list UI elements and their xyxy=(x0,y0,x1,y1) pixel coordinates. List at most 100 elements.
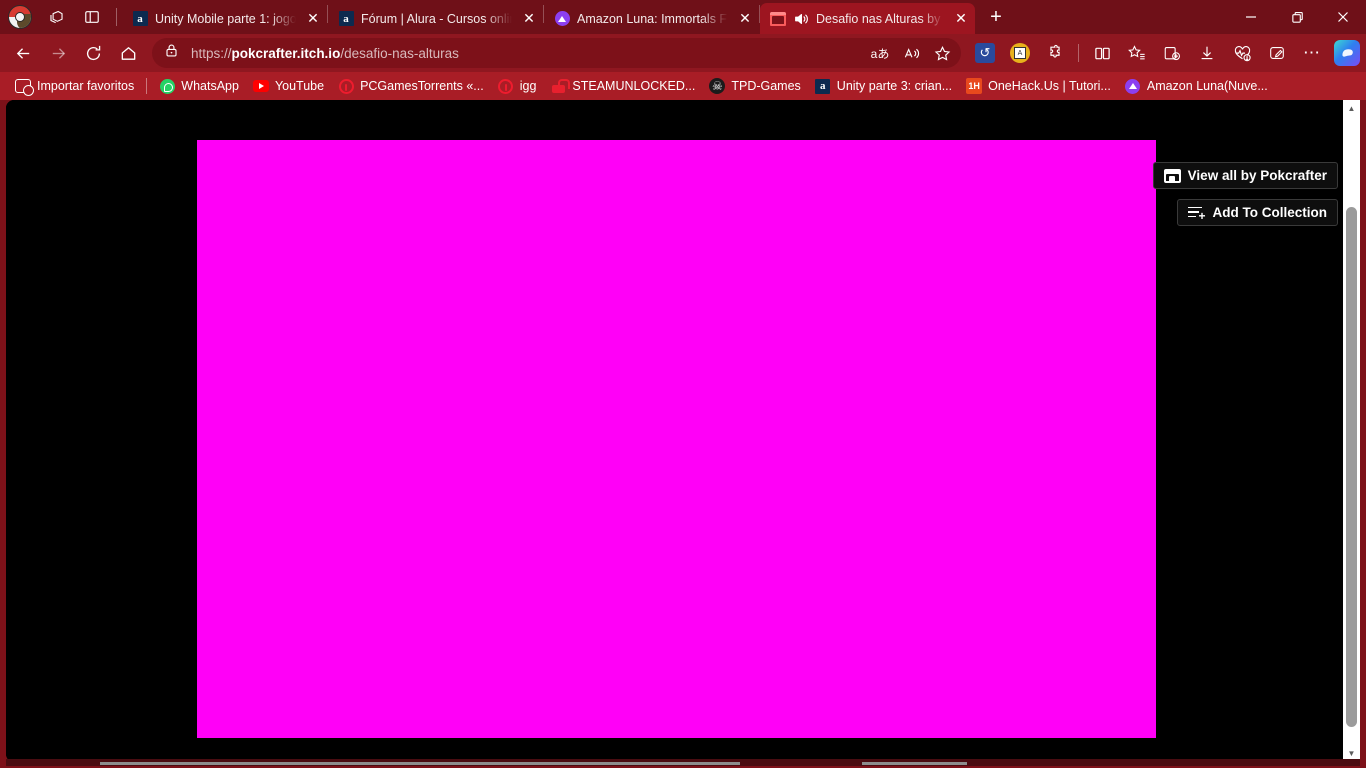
profile-avatar[interactable] xyxy=(8,5,32,29)
horizontal-scrollbar-thumb-secondary[interactable] xyxy=(862,762,967,765)
bookmark-label: Amazon Luna(Nuve... xyxy=(1146,79,1268,93)
bookmark-pcgamestorrents[interactable]: PCGamesTorrents «... xyxy=(331,75,491,97)
browser-tab[interactable]: a Unity Mobile parte 1: jogos para ✕ xyxy=(122,3,327,34)
read-aloud-icon[interactable] xyxy=(896,40,926,66)
bookmark-import-favorites[interactable]: Importar favoritos xyxy=(8,75,141,97)
tab-search-icon[interactable] xyxy=(39,2,73,32)
horizontal-scrollbar-thumb[interactable] xyxy=(100,762,740,765)
bookmark-igg[interactable]: igg xyxy=(491,75,544,97)
tab-title: Amazon Luna: Immortals Fenyx R xyxy=(577,11,728,26)
button-label: View all by Pokcrafter xyxy=(1187,168,1327,183)
close-button[interactable] xyxy=(1320,0,1366,34)
browser-tab[interactable]: a Fórum | Alura - Cursos online de ✕ xyxy=(328,3,543,34)
page-side-buttons: View all by Pokcrafter + Add To Collecti… xyxy=(1152,162,1338,226)
onehack-icon: 1H xyxy=(966,78,983,94)
bookmark-label: igg xyxy=(519,79,537,93)
vertical-scrollbar-thumb[interactable] xyxy=(1346,207,1357,727)
split-screen-toolbar-icon[interactable] xyxy=(1085,38,1119,68)
bookmark-label: WhatsApp xyxy=(181,79,239,93)
bookmark-label: PCGamesTorrents «... xyxy=(360,79,484,93)
extension-blue-icon[interactable]: ↺ xyxy=(968,38,1002,68)
restore-button[interactable] xyxy=(1274,0,1320,34)
bookmark-whatsapp[interactable]: WhatsApp xyxy=(152,75,246,97)
collections-icon[interactable] xyxy=(1155,38,1189,68)
alura-icon: a xyxy=(338,11,354,27)
youtube-icon xyxy=(252,78,269,94)
tab-strip-left-controls xyxy=(0,0,122,34)
page-viewport: View all by Pokcrafter + Add To Collecti… xyxy=(6,100,1360,762)
copilot-icon[interactable] xyxy=(1334,40,1360,66)
back-button[interactable] xyxy=(6,38,40,68)
address-bar[interactable]: https://pokcrafter.itch.io/desafio-nas-a… xyxy=(152,38,961,68)
puzzle-icon[interactable] xyxy=(1038,38,1072,68)
bookmark-label: TPD-Games xyxy=(731,79,801,93)
minimize-button[interactable] xyxy=(1228,0,1274,34)
bookmarks-divider xyxy=(146,78,148,94)
screenshot-edit-icon[interactable] xyxy=(1260,38,1294,68)
browser-tab[interactable]: Amazon Luna: Immortals Fenyx R ✕ xyxy=(544,3,759,34)
home-button[interactable] xyxy=(111,38,145,68)
skull-icon xyxy=(709,78,726,94)
itch-io-game-page: View all by Pokcrafter + Add To Collecti… xyxy=(6,100,1360,762)
tab-strip: a Unity Mobile parte 1: jogos para ✕ a F… xyxy=(0,0,1366,34)
settings-more-icon[interactable]: ⋯ xyxy=(1295,38,1329,68)
add-to-collection-icon: + xyxy=(1187,206,1206,222)
browser-essentials-icon[interactable] xyxy=(1225,38,1259,68)
scroll-up-arrow[interactable]: ▲ xyxy=(1343,100,1360,117)
browser-window: a Unity Mobile parte 1: jogos para ✕ a F… xyxy=(0,0,1366,768)
split-screen-icon[interactable] xyxy=(75,2,109,32)
close-tab-icon[interactable]: ✕ xyxy=(735,9,755,29)
toolbar-divider xyxy=(1078,44,1079,62)
browser-tab-active[interactable]: Desafio nas Alturas by Pokcr ✕ xyxy=(760,3,975,34)
bookmark-youtube[interactable]: YouTube xyxy=(246,75,331,97)
luna-icon xyxy=(1125,78,1141,94)
luna-icon xyxy=(554,11,570,27)
close-tab-icon[interactable]: ✕ xyxy=(519,9,539,29)
audio-playing-icon[interactable] xyxy=(793,11,809,27)
lock-icon xyxy=(164,43,179,63)
refresh-button[interactable] xyxy=(76,38,110,68)
tab-title: Desafio nas Alturas by Pokcr xyxy=(816,11,944,26)
unlock-icon xyxy=(550,78,570,94)
tab-title: Fórum | Alura - Cursos online de xyxy=(361,11,512,26)
import-icon xyxy=(15,78,34,96)
extension-yellow-icon[interactable]: A xyxy=(1003,38,1037,68)
whatsapp-icon xyxy=(159,78,175,94)
itch-logo-icon xyxy=(1163,168,1181,183)
tab-list: a Unity Mobile parte 1: jogos para ✕ a F… xyxy=(122,0,1011,34)
browser-toolbar: https://pokcrafter.itch.io/desafio-nas-a… xyxy=(0,34,1366,72)
tab-strip-divider xyxy=(116,8,117,26)
bookmark-tpd-games[interactable]: TPD-Games xyxy=(702,75,807,97)
bookmark-label: Unity parte 3: crian... xyxy=(836,79,953,93)
translate-icon[interactable]: aあ xyxy=(865,40,895,66)
url-text: https://pokcrafter.itch.io/desafio-nas-a… xyxy=(191,45,459,61)
button-label: Add To Collection xyxy=(1212,205,1328,220)
bookmarks-bar: Importar favoritos WhatsApp YouTube PCGa… xyxy=(0,72,1366,100)
alura-icon: a xyxy=(132,11,148,27)
bookmark-onehack[interactable]: 1H OneHack.Us | Tutori... xyxy=(959,75,1118,97)
bookmark-steamunlocked[interactable]: STEAMUNLOCKED... xyxy=(543,75,702,97)
window-controls xyxy=(1228,0,1366,34)
tab-title: Unity Mobile parte 1: jogos para xyxy=(155,11,296,26)
pcgamestorrents-icon xyxy=(338,78,354,94)
igg-icon xyxy=(498,78,514,94)
downloads-icon[interactable] xyxy=(1190,38,1224,68)
game-canvas-frame[interactable] xyxy=(197,140,1156,738)
close-tab-icon[interactable]: ✕ xyxy=(303,9,323,29)
bookmark-amazon-luna[interactable]: Amazon Luna(Nuve... xyxy=(1118,75,1275,97)
add-to-collection-button[interactable]: + Add To Collection xyxy=(1176,199,1338,226)
forward-button xyxy=(41,38,75,68)
vertical-scrollbar[interactable]: ▲ ▼ xyxy=(1343,100,1360,762)
address-bar-actions: aあ xyxy=(865,40,957,66)
favorite-star-icon[interactable] xyxy=(927,40,957,66)
new-tab-button[interactable]: + xyxy=(981,2,1011,32)
alura-icon: a xyxy=(815,78,831,94)
itch-icon xyxy=(770,11,786,27)
bookmark-label: Importar favoritos xyxy=(37,79,135,93)
bookmark-unity-parte-3[interactable]: a Unity parte 3: crian... xyxy=(808,75,959,97)
view-all-by-pokcrafter-button[interactable]: View all by Pokcrafter xyxy=(1152,162,1338,189)
favorites-icon[interactable] xyxy=(1120,38,1154,68)
bookmark-label: YouTube xyxy=(274,79,325,93)
close-tab-icon[interactable]: ✕ xyxy=(951,9,971,29)
bookmark-label: OneHack.Us | Tutori... xyxy=(988,79,1111,93)
